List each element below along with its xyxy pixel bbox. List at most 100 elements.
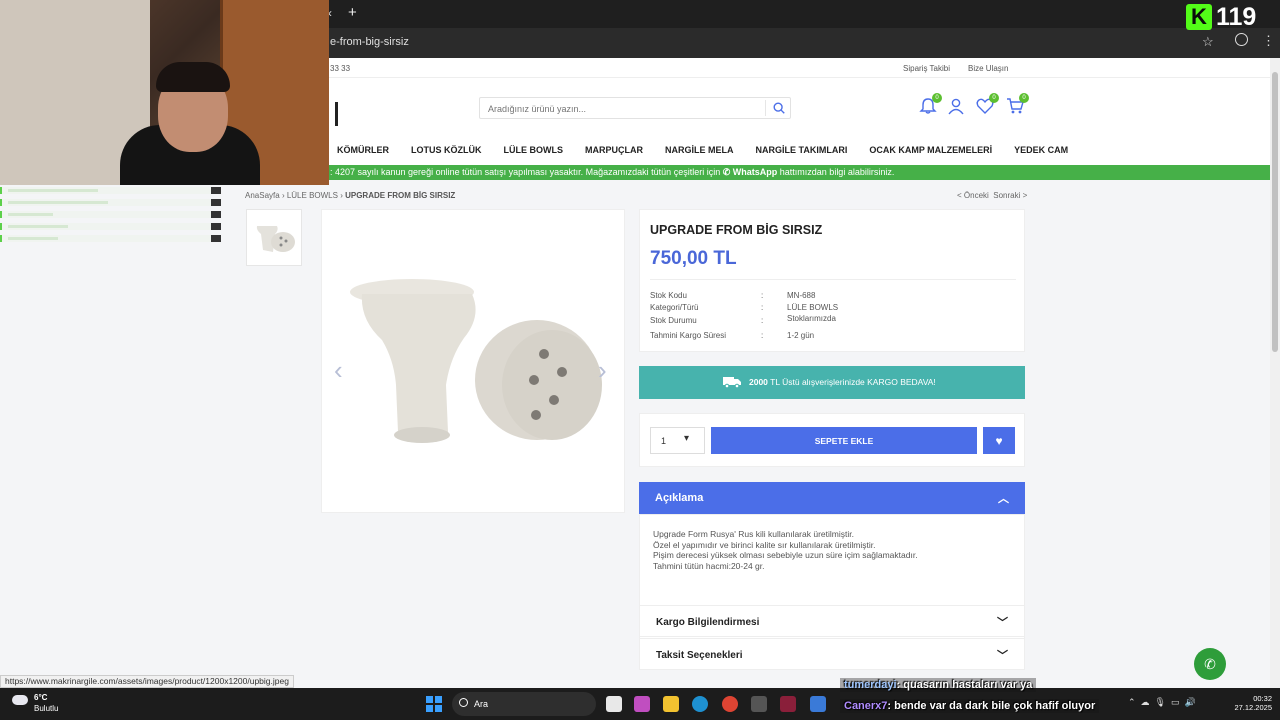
product-gallery: ‹ ›: [321, 209, 625, 513]
phone-number: 33 33: [330, 64, 351, 73]
taskbar-search-label: Ara: [474, 699, 489, 709]
scrollbar-thumb[interactable]: [1272, 72, 1278, 352]
nav-item-lotus-kozluk[interactable]: LOTUS KÖZLÜK: [411, 145, 482, 155]
search-input[interactable]: [488, 101, 758, 116]
link-status-url: https://www.makrinargile.com/assets/imag…: [0, 675, 294, 688]
nav-item-yedek-cam[interactable]: YEDEK CAM: [1014, 145, 1068, 155]
panel-count: [211, 223, 221, 230]
nav-item-komurler[interactable]: KÖMÜRLER: [337, 145, 389, 155]
profile-icon[interactable]: [1235, 33, 1248, 46]
breadcrumb-home[interactable]: AnaSayfa: [245, 191, 280, 200]
contact-link[interactable]: Bize Ulaşın: [968, 64, 1008, 73]
panel-row: [0, 223, 221, 230]
gallery-next-arrow-icon[interactable]: ›: [598, 355, 607, 386]
cart-icon[interactable]: 0: [1005, 93, 1029, 118]
announcement-text: : 4207 sayılı kanun gereği online tütün …: [330, 167, 721, 177]
viewer-count: 119: [1216, 2, 1257, 31]
panel-count: [211, 235, 221, 242]
chat-username: tumerdayi: [844, 679, 897, 691]
whatsapp-label: WhatsApp: [732, 167, 778, 177]
task-view-icon[interactable]: [606, 696, 622, 712]
nav-item-marpuclar[interactable]: MARPUÇLAR: [585, 145, 643, 155]
chevron-down-icon: ﹀: [997, 650, 1008, 662]
chevron-down-icon: ﹀: [997, 617, 1008, 629]
favorites-heart-icon[interactable]: 0: [975, 93, 999, 118]
windows-start-icon[interactable]: [426, 696, 442, 712]
app-icon[interactable]: [810, 696, 826, 712]
spec-value: Stoklarımızda: [787, 314, 836, 323]
chat-username: Canerx7: [844, 700, 888, 712]
add-to-cart-button[interactable]: SEPETE EKLE: [711, 427, 977, 454]
app-icon[interactable]: [780, 696, 796, 712]
whatsapp-icon: ✆: [1204, 656, 1216, 672]
installments-accordion[interactable]: Taksit Seçenekleri ﹀: [639, 638, 1025, 670]
system-tray[interactable]: ⌃ ☁ 🎙 ▭ 🔊: [1128, 697, 1196, 708]
site-logo[interactable]: [329, 102, 338, 126]
webcam-overlay: [0, 0, 329, 185]
add-to-favorites-button[interactable]: ♥: [983, 427, 1015, 454]
taskbar-search[interactable]: Ara: [452, 692, 596, 716]
chrome-icon[interactable]: [722, 696, 738, 712]
search-divider: [765, 100, 766, 116]
panel-bar: [8, 201, 108, 204]
panel-row: [0, 187, 221, 194]
page-scrollbar[interactable]: [1270, 58, 1280, 688]
description-title: Açıklama: [655, 492, 704, 504]
free-shipping-banner: 2000 TL Üstü alışverişlerinizde KARGO BE…: [639, 366, 1025, 399]
new-tab-button[interactable]: +: [348, 4, 357, 21]
user-account-icon[interactable]: [946, 96, 968, 118]
file-explorer-icon[interactable]: [663, 696, 679, 712]
copilot-icon[interactable]: [634, 696, 650, 712]
spec-value: 1-2 gün: [787, 331, 815, 340]
panel-row: [0, 199, 221, 206]
product-info-box: UPGRADE FROM BİG SIRSIZ 750,00 TL Stok K…: [639, 209, 1025, 352]
browser-menu-icon[interactable]: ⋮: [1262, 33, 1275, 49]
gallery-prev-arrow-icon[interactable]: ‹: [334, 355, 343, 386]
nav-item-nargile-mela[interactable]: NARGİLE MELA: [665, 145, 734, 155]
favorites-count: 0: [989, 93, 999, 103]
breadcrumb-current: UPGRADE FROM BİG SIRSIZ: [345, 191, 456, 200]
product-pager: < Önceki Sonraki >: [957, 191, 1027, 200]
shipping-info-accordion[interactable]: Kargo Bilgilendirmesi ﹀: [639, 605, 1025, 637]
clock-date: 27.12.2025: [1234, 703, 1272, 712]
panel-bar: [8, 225, 68, 228]
spec-key: Tahmini Kargo Süresi: [650, 331, 727, 340]
order-tracking-link[interactable]: Sipariş Takibi: [903, 64, 950, 73]
product-thumbnail[interactable]: [246, 209, 302, 266]
installments-title: Taksit Seçenekleri: [656, 650, 743, 661]
quantity-select[interactable]: 1 ▾: [650, 427, 705, 454]
whatsapp-link[interactable]: ✆ WhatsApp: [723, 167, 778, 177]
shipping-info-title: Kargo Bilgilendirmesi: [656, 617, 760, 628]
breadcrumb-category[interactable]: LÜLE BOWLS: [287, 191, 338, 200]
breadcrumb: AnaSayfa › LÜLE BOWLS › UPGRADE FROM BİG…: [245, 191, 455, 200]
spec-value: MN-688: [787, 291, 816, 300]
spec-key: Stok Durumu: [650, 316, 697, 325]
nav-item-ocak-kamp[interactable]: OCAK KAMP MALZEMELERİ: [869, 145, 992, 155]
address-url[interactable]: e-from-big-sirsiz: [330, 36, 409, 48]
spec-colon: :: [761, 303, 764, 312]
heart-icon: ♥: [995, 433, 1003, 448]
prev-product-link[interactable]: < Önceki: [957, 191, 989, 200]
search-icon[interactable]: [772, 101, 786, 115]
bookmark-star-icon[interactable]: ☆: [1202, 34, 1214, 50]
description-accordion-header[interactable]: Açıklama ︿: [639, 482, 1025, 514]
caret-down-icon: ▾: [684, 433, 690, 444]
whatsapp-float-button[interactable]: ✆: [1194, 648, 1226, 680]
buy-box: 1 ▾ SEPETE EKLE ♥: [639, 413, 1025, 467]
divider: [650, 279, 1016, 280]
nav-item-nargile-takimlari[interactable]: NARGİLE TAKIMLARI: [756, 145, 848, 155]
system-clock[interactable]: 00:32 27.12.2025: [1228, 694, 1272, 712]
store-icon[interactable]: [751, 696, 767, 712]
cloud-icon: [12, 695, 28, 705]
spec-value: LÜLE BOWLS: [787, 303, 839, 312]
panel-bar: [8, 237, 58, 240]
next-product-link[interactable]: Sonraki >: [993, 191, 1027, 200]
description-line: Upgrade Form Rusya' Rus kili kullanılara…: [653, 529, 854, 539]
kick-logo-icon: K: [1186, 4, 1212, 30]
free-shipping-amount: 2000: [749, 377, 768, 387]
search-box: [479, 97, 791, 119]
notification-bell-icon[interactable]: 0: [918, 93, 942, 118]
nav-item-lule-bowls[interactable]: LÜLE BOWLS: [504, 145, 564, 155]
clock-time: 00:32: [1253, 694, 1272, 703]
edge-icon[interactable]: [692, 696, 708, 712]
